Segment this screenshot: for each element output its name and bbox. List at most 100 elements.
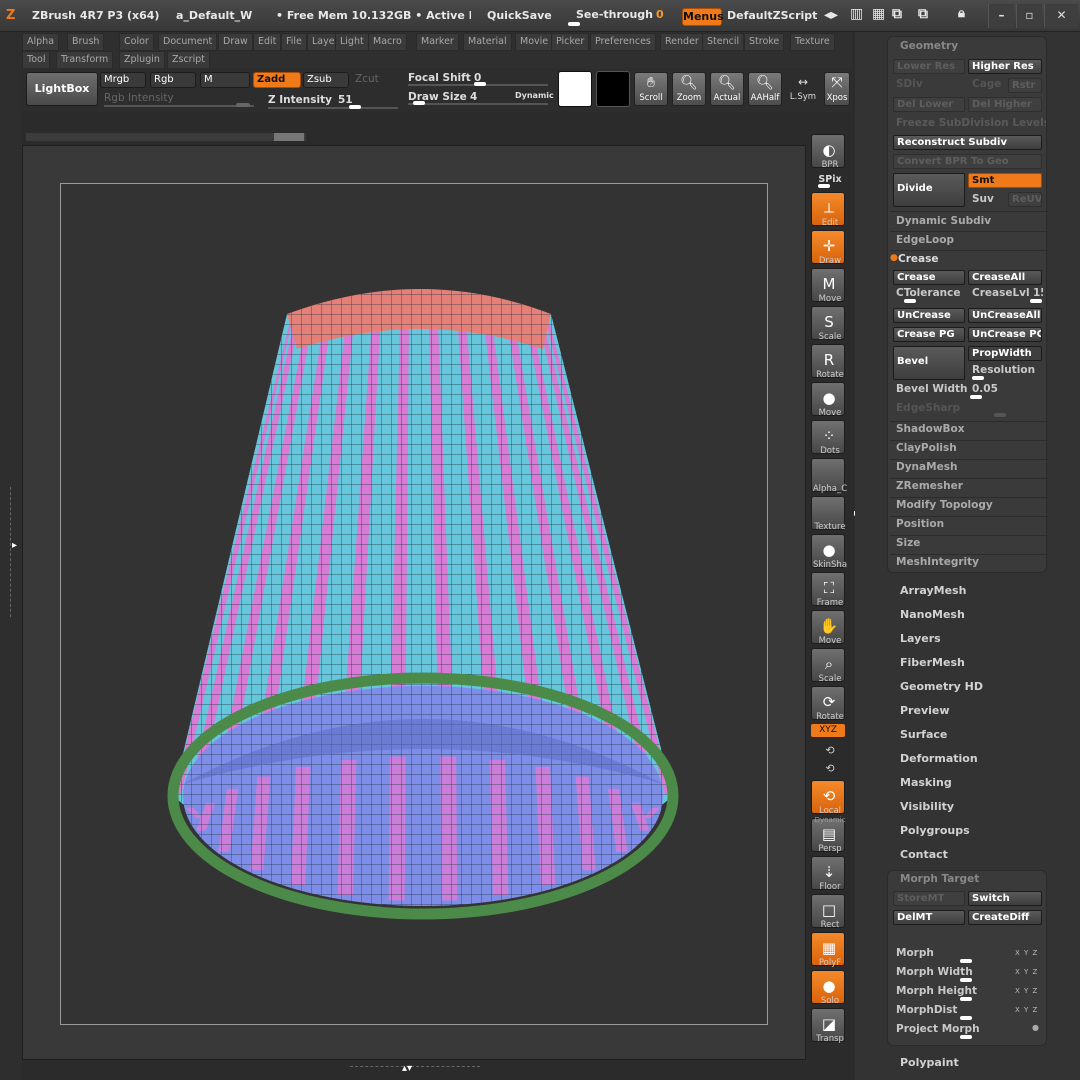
menu-marker[interactable]: Marker [416, 33, 459, 51]
project-morph-knob[interactable] [960, 1035, 972, 1039]
section-size[interactable]: Size [896, 537, 920, 549]
morphdist-xyz[interactable]: X Y Z [1015, 1006, 1038, 1014]
menu-file[interactable]: File [281, 33, 307, 51]
suv-toggle[interactable]: Suv [972, 193, 994, 205]
zoom-button[interactable]: 🔍︎ Zoom [672, 72, 706, 106]
del-lower-button[interactable]: Del Lower [893, 97, 965, 112]
rstr-button[interactable]: Rstr [1008, 78, 1042, 93]
cage-button[interactable]: Cage [972, 78, 1001, 90]
morph-width-slider[interactable]: Morph Width [896, 966, 973, 978]
morph-width-xyz[interactable]: X Y Z [1015, 968, 1038, 976]
bevel-button[interactable]: Bevel [893, 346, 965, 380]
seethrough-slider[interactable] [568, 22, 580, 26]
morph-target-title[interactable]: Morph Target [900, 873, 979, 885]
z-axis-icon[interactable]: ⟲ [806, 762, 854, 775]
xpose-button[interactable]: ⤧ Xpos [824, 72, 850, 106]
menu-render[interactable]: Render [660, 33, 704, 51]
close-icon[interactable]: ✕ [1044, 4, 1078, 28]
project-morph-dot-icon[interactable]: ● [1032, 1023, 1039, 1032]
secondary-color-swatch[interactable] [596, 71, 630, 107]
y-axis-icon[interactable]: ⟲ [806, 744, 854, 757]
bottom-tray-expand-icon[interactable]: ▴▾ [402, 1063, 412, 1074]
scroll-button[interactable]: ✋︎ Scroll [634, 72, 668, 106]
lsym-button[interactable]: ↔ L.Sym [786, 72, 820, 106]
m-button[interactable]: M [200, 72, 250, 88]
morph-knob[interactable] [960, 959, 972, 963]
subpalette-layers[interactable]: Layers [900, 632, 941, 645]
creaselvl-slider[interactable]: CreaseLvl [972, 287, 1030, 299]
document-canvas[interactable] [60, 183, 768, 1025]
menu-preferences[interactable]: Preferences [590, 33, 656, 51]
menu-movie[interactable]: Movie [515, 33, 554, 51]
reuv-button[interactable]: ReUV [1008, 192, 1042, 207]
section-meshintegrity[interactable]: MeshIntegrity [896, 556, 979, 568]
convert-bpr-button[interactable]: Convert BPR To Geo [893, 154, 1042, 169]
freeze-subdivision-button[interactable]: Freeze SubDivision Levels [896, 117, 1046, 129]
menu-stroke[interactable]: Stroke [744, 33, 785, 51]
subpalette-polygroups[interactable]: Polygroups [900, 824, 970, 837]
menu-zscript[interactable]: Zscript [167, 51, 210, 69]
document-scroll-thumb[interactable] [274, 133, 304, 141]
morph-xyz[interactable]: X Y Z [1015, 949, 1038, 957]
tray-handle[interactable] [10, 487, 15, 617]
mrgb-button[interactable]: Mrgb [100, 72, 146, 88]
menu-picker[interactable]: Picker [551, 33, 590, 51]
subpalette-polypaint[interactable]: Polypaint [900, 1056, 959, 1069]
zsub-button[interactable]: Zsub [303, 72, 349, 88]
menu-tool[interactable]: Tool [22, 51, 51, 69]
edgesharp-knob[interactable] [994, 413, 1006, 417]
divide-button[interactable]: Divide [893, 173, 965, 207]
creaselvl-knob[interactable] [1030, 299, 1042, 303]
uncrease-pg-button[interactable]: UnCrease PG [968, 327, 1042, 342]
spix-knob[interactable] [818, 184, 830, 188]
lock-icon[interactable]: 🔒︎ [958, 6, 965, 21]
crease-pg-button[interactable]: Crease PG [893, 327, 965, 342]
creaseall-button[interactable]: CreaseAll [968, 270, 1042, 285]
palette-icon[interactable]: ▦ [872, 6, 885, 22]
section-position[interactable]: Position [896, 518, 944, 530]
arrows-icon[interactable]: ◂▸ [824, 7, 838, 23]
subpalette-preview[interactable]: Preview [900, 704, 950, 717]
uncrease-button[interactable]: UnCrease [893, 308, 965, 323]
cone-mesh[interactable] [61, 184, 769, 1026]
subpalette-visibility[interactable]: Visibility [900, 800, 954, 813]
project-morph-slider[interactable]: Project Morph [896, 1023, 980, 1035]
layout2-icon[interactable]: ⧉ [918, 6, 928, 22]
z-intensity-slider[interactable] [349, 105, 361, 109]
morph-height-knob[interactable] [960, 997, 972, 1001]
section-zremesher[interactable]: ZRemesher [896, 480, 963, 492]
stripes-icon[interactable]: ▥ [850, 6, 863, 22]
uncreaseall-button[interactable]: UnCreaseAll [968, 308, 1042, 323]
quicksave-button[interactable]: QuickSave [487, 9, 552, 22]
del-higher-button[interactable]: Del Higher [968, 97, 1042, 112]
aahalf-button[interactable]: 🔍︎ AAHalf [748, 72, 782, 106]
morph-height-xyz[interactable]: X Y Z [1015, 987, 1038, 995]
menu-edit[interactable]: Edit [253, 33, 282, 51]
lightbox-button[interactable]: LightBox [26, 72, 98, 106]
bevel-width-slider[interactable]: Bevel Width [896, 383, 968, 395]
bevel-width-knob[interactable] [970, 395, 982, 399]
section-claypolish[interactable]: ClayPolish [896, 442, 957, 454]
higher-res-button[interactable]: Higher Res [968, 59, 1042, 74]
propwidth-toggle[interactable]: PropWidth [968, 346, 1042, 361]
lower-res-button[interactable]: Lower Res [893, 59, 965, 74]
z-intensity-label[interactable]: Z Intensity [268, 94, 332, 106]
menu-material[interactable]: Material [463, 33, 512, 51]
menu-macro[interactable]: Macro [368, 33, 407, 51]
smt-toggle[interactable]: Smt [968, 173, 1042, 188]
tray-expand-icon[interactable]: ▸ [12, 540, 17, 551]
dynamic-toggle[interactable]: Dynamic [515, 91, 554, 100]
menu-color[interactable]: Color [119, 33, 154, 51]
crease-section[interactable]: Crease [898, 253, 938, 265]
morph-width-knob[interactable] [960, 978, 972, 982]
subpalette-contact[interactable]: Contact [900, 848, 948, 861]
edgesharp-slider[interactable]: EdgeSharp [896, 402, 960, 414]
focal-shift-slider[interactable] [474, 82, 486, 86]
storemt-button[interactable]: StoreMT [893, 891, 965, 906]
subpalette-deformation[interactable]: Deformation [900, 752, 978, 765]
seethrough-label[interactable]: See-through [576, 8, 653, 21]
menu-brush[interactable]: Brush [67, 33, 105, 51]
menu-draw[interactable]: Draw [218, 33, 253, 51]
rgb-intensity-label[interactable]: Rgb Intensity [104, 92, 174, 104]
rgb-button[interactable]: Rgb [150, 72, 196, 88]
